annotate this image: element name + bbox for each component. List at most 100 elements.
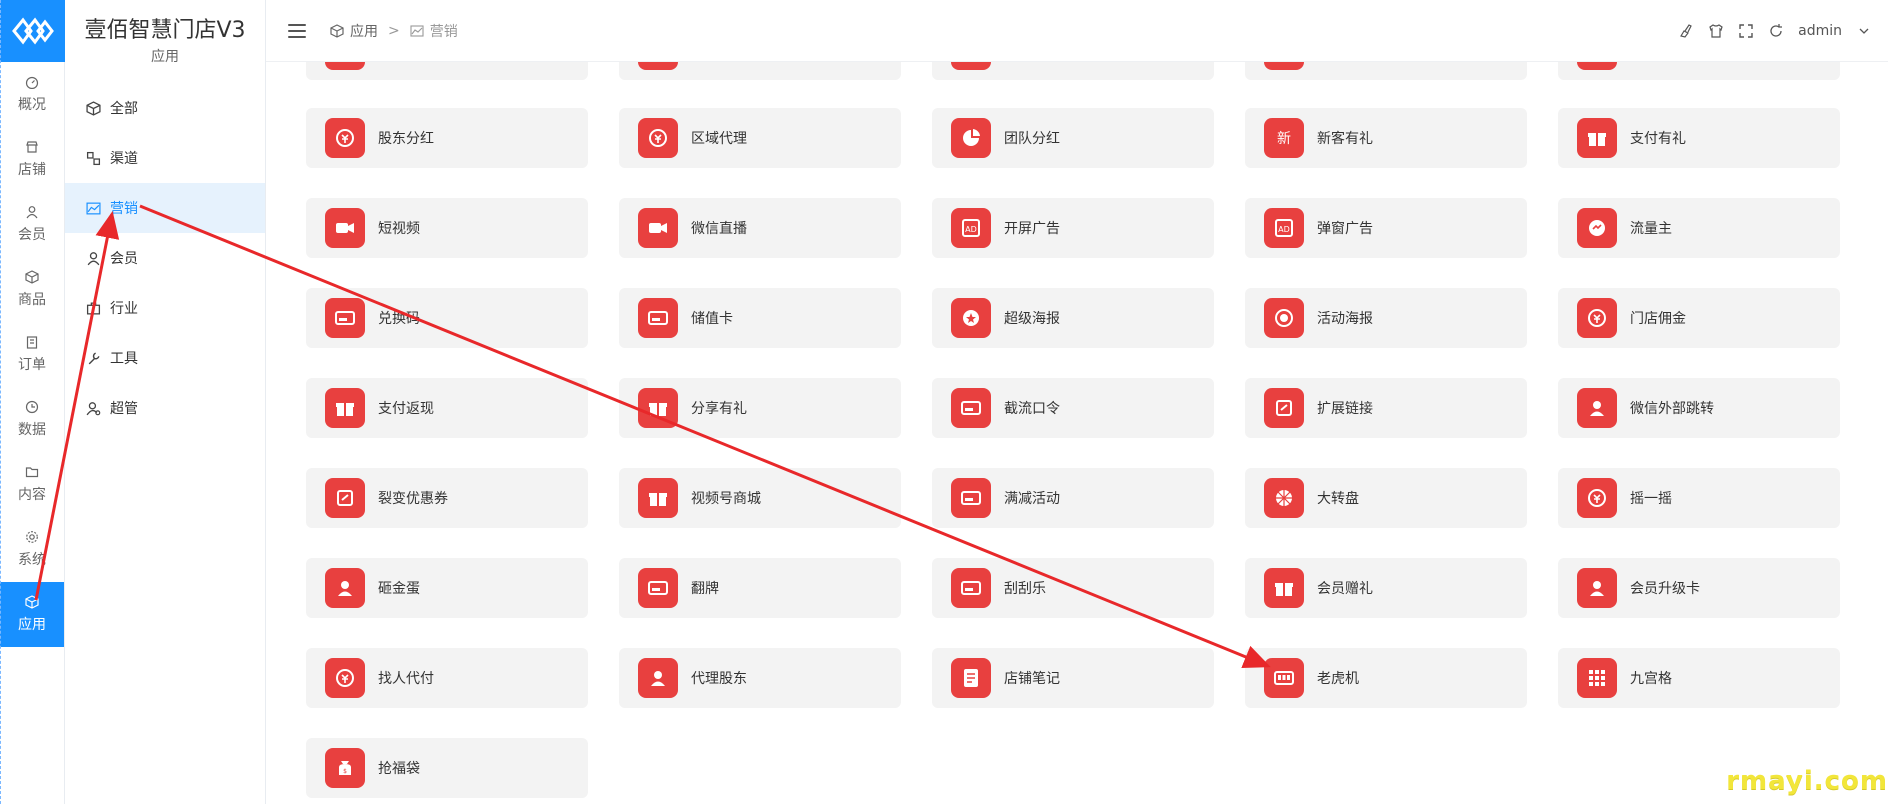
theme-shirt-icon[interactable] bbox=[1708, 23, 1724, 39]
brush-icon[interactable] bbox=[1678, 23, 1694, 39]
app-card[interactable]: 分享有礼 bbox=[619, 378, 901, 438]
app-card[interactable]: 刮刮乐 bbox=[932, 558, 1214, 618]
app-card[interactable]: 砸金蛋 bbox=[306, 558, 588, 618]
app-card[interactable]: $ 抢福袋 bbox=[306, 738, 588, 798]
fission-coupon-icon bbox=[325, 478, 365, 518]
app-card-label: 找人代付 bbox=[378, 671, 434, 687]
nine-grid-icon bbox=[1577, 658, 1617, 698]
app-card-label: 满减活动 bbox=[1004, 491, 1060, 507]
app-card[interactable]: 截流口令 bbox=[932, 378, 1214, 438]
app-card[interactable]: 满减活动 bbox=[932, 468, 1214, 528]
app-card[interactable]: AD 弹窗广告 bbox=[1245, 198, 1527, 258]
store-notes-icon bbox=[951, 658, 991, 698]
rail-item[interactable]: 内容 bbox=[0, 452, 64, 517]
app-card-partial[interactable] bbox=[1245, 62, 1527, 80]
slot-machine-icon bbox=[1264, 658, 1304, 698]
app-card[interactable]: 微信直播 bbox=[619, 198, 901, 258]
app-card[interactable]: AD 开屏广告 bbox=[932, 198, 1214, 258]
app-card[interactable]: 团队分红 bbox=[932, 108, 1214, 168]
app-card-label: 弹窗广告 bbox=[1317, 221, 1373, 237]
app-card[interactable]: 流量主 bbox=[1558, 198, 1840, 258]
app-card-partial[interactable] bbox=[306, 62, 588, 80]
region-agent-icon bbox=[638, 118, 678, 158]
app-card-label: 大转盘 bbox=[1317, 491, 1359, 507]
app-card[interactable]: 店铺笔记 bbox=[932, 648, 1214, 708]
live-stream-icon bbox=[638, 208, 678, 248]
app-card[interactable]: 找人代付 bbox=[306, 648, 588, 708]
breadcrumb-item-app[interactable]: 应用 bbox=[350, 21, 378, 41]
refresh-icon[interactable] bbox=[1768, 23, 1784, 39]
rail-item[interactable]: 概况 bbox=[0, 62, 64, 127]
app-card[interactable]: 扩展链接 bbox=[1245, 378, 1527, 438]
app-card-label: 股东分红 bbox=[378, 131, 434, 147]
app-card-label: 店铺笔记 bbox=[1004, 671, 1060, 687]
rail-item-label: 会员 bbox=[18, 227, 46, 243]
app-card-label: 分享有礼 bbox=[691, 401, 747, 417]
rail-item[interactable]: 会员 bbox=[0, 192, 64, 257]
app-card-label: 视频号商城 bbox=[691, 491, 761, 507]
app-card[interactable]: 会员赠礼 bbox=[1245, 558, 1527, 618]
app-card[interactable]: 九宫格 bbox=[1558, 648, 1840, 708]
submenu-item[interactable]: 渠道 bbox=[65, 133, 265, 183]
app-icon bbox=[1577, 62, 1617, 70]
app-card-partial[interactable] bbox=[619, 62, 901, 80]
app-card[interactable]: 老虎机 bbox=[1245, 648, 1527, 708]
app-icon bbox=[951, 62, 991, 70]
fullscreen-icon[interactable] bbox=[1738, 23, 1754, 39]
rail-item[interactable]: 数据 bbox=[0, 387, 64, 452]
app-card-label: 新客有礼 bbox=[1317, 131, 1373, 147]
rail-item[interactable]: 店铺 bbox=[0, 127, 64, 192]
app-card-label: 短视频 bbox=[378, 221, 420, 237]
app-card[interactable]: 摇一摇 bbox=[1558, 468, 1840, 528]
app-card-label: 储值卡 bbox=[691, 311, 733, 327]
app-card[interactable]: 代理股东 bbox=[619, 648, 901, 708]
rail-item-label: 系统 bbox=[18, 552, 46, 568]
app-card[interactable]: 支付返现 bbox=[306, 378, 588, 438]
app-logo[interactable] bbox=[0, 0, 65, 62]
app-card[interactable]: 超级海报 bbox=[932, 288, 1214, 348]
app-card[interactable]: 微信外部跳转 bbox=[1558, 378, 1840, 438]
submenu-item[interactable]: 工具 bbox=[65, 333, 265, 383]
submenu-item[interactable]: 全部 bbox=[65, 83, 265, 133]
app-card[interactable]: 股东分红 bbox=[306, 108, 588, 168]
app-card[interactable]: 区域代理 bbox=[619, 108, 901, 168]
app-card-partial[interactable] bbox=[932, 62, 1214, 80]
password-icon bbox=[951, 388, 991, 428]
app-card[interactable]: 会员升级卡 bbox=[1558, 558, 1840, 618]
submenu-item[interactable]: 行业 bbox=[65, 283, 265, 333]
app-card[interactable]: 储值卡 bbox=[619, 288, 901, 348]
rail-item[interactable]: 商品 bbox=[0, 257, 64, 322]
app-card[interactable]: 活动海报 bbox=[1245, 288, 1527, 348]
submenu-item[interactable]: 会员 bbox=[65, 233, 265, 283]
app-card[interactable]: 大转盘 bbox=[1245, 468, 1527, 528]
svg-text:AD: AD bbox=[965, 225, 977, 234]
menu-toggle-icon[interactable] bbox=[288, 23, 306, 38]
chevron-down-icon[interactable] bbox=[1856, 23, 1872, 39]
app-card[interactable]: 支付有礼 bbox=[1558, 108, 1840, 168]
user-menu[interactable]: admin bbox=[1798, 23, 1842, 39]
submenu-item-label: 工具 bbox=[110, 351, 138, 367]
app-card[interactable]: 裂变优惠券 bbox=[306, 468, 588, 528]
rail-item[interactable]: 应用 bbox=[0, 582, 64, 647]
app-card[interactable]: 短视频 bbox=[306, 198, 588, 258]
app-icon bbox=[1264, 62, 1304, 70]
selection-border-left bbox=[0, 0, 1, 804]
submenu-item[interactable]: 超管 bbox=[65, 383, 265, 433]
app-card[interactable]: 门店佣金 bbox=[1558, 288, 1840, 348]
rail-item[interactable]: 系统 bbox=[0, 517, 64, 582]
app-card[interactable]: 兑换码 bbox=[306, 288, 588, 348]
app-card-partial[interactable] bbox=[1558, 62, 1840, 80]
channels-mall-icon bbox=[638, 478, 678, 518]
submenu-item[interactable]: 营销 bbox=[65, 183, 265, 233]
app-card[interactable]: 视频号商城 bbox=[619, 468, 901, 528]
app-card[interactable]: 翻牌 bbox=[619, 558, 901, 618]
brand-title: 壹佰智慧门店V3 bbox=[84, 18, 246, 43]
app-card-label: 抢福袋 bbox=[378, 761, 420, 777]
submenu-item-label: 营销 bbox=[110, 201, 138, 217]
app-card[interactable]: 新 新客有礼 bbox=[1245, 108, 1527, 168]
store-icon bbox=[25, 140, 39, 154]
app-card-label: 流量主 bbox=[1630, 221, 1672, 237]
app-card-label: 九宫格 bbox=[1630, 671, 1672, 687]
svg-text:$: $ bbox=[343, 768, 347, 775]
rail-item[interactable]: 订单 bbox=[0, 322, 64, 387]
